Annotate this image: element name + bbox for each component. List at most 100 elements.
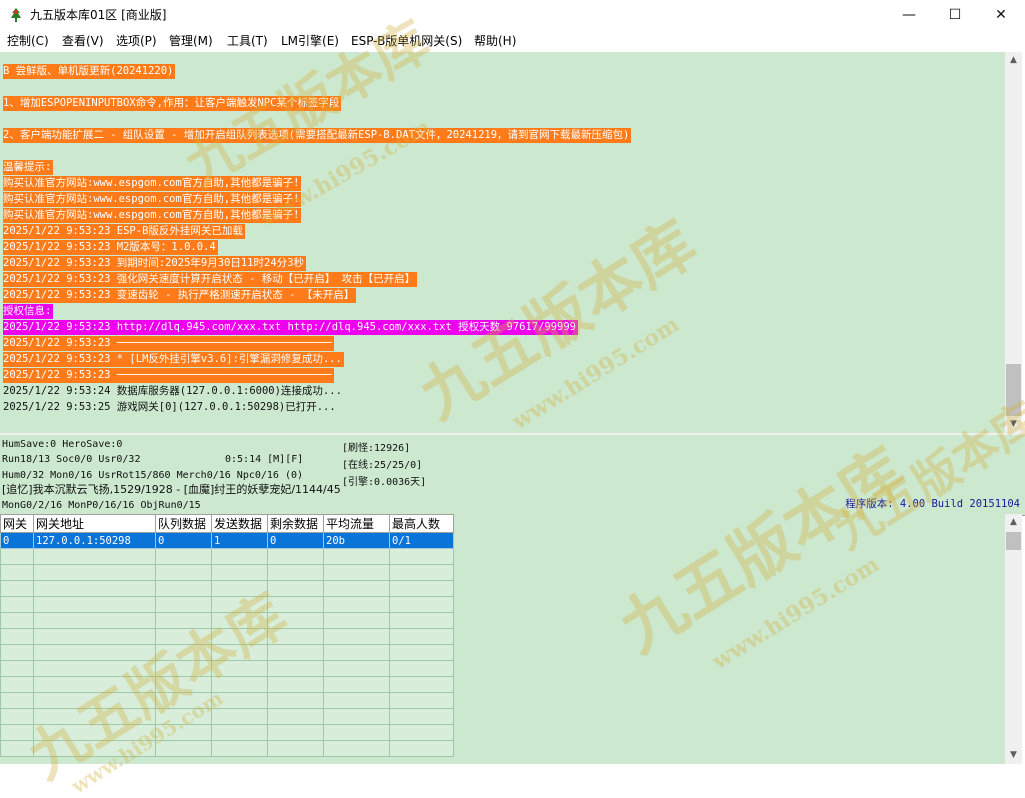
table-cell [155,564,212,581]
empty-row [0,628,454,645]
menu-esp-gateway[interactable]: ESP-B版单机网关(S) [351,33,462,49]
table-cell [0,724,34,741]
table-cell [323,564,390,581]
table-cell [389,660,454,677]
column-header-sent[interactable]: 发送数据 [211,514,268,533]
table-cell [211,724,268,741]
scroll-up-icon[interactable]: ▲ [1005,52,1022,69]
table-cell [155,724,212,741]
column-header-queue[interactable]: 队列数据 [155,514,212,533]
table-cell [267,596,324,613]
table-cell [267,740,324,757]
table-cell [267,628,324,645]
column-header-remaining[interactable]: 剩余数据 [267,514,324,533]
maximize-button[interactable]: ☐ [932,0,978,30]
table-cell [323,548,390,565]
table-cell [0,660,34,677]
run-status: Run18/13 Soc0/0 Usr0/32 [2,454,141,465]
table-cell [389,676,454,693]
empty-row [0,564,454,581]
gateway-table[interactable]: 网关 网关地址 队列数据 发送数据 剩余数据 平均流量 最高人数 0 127.0.… [0,514,454,757]
table-cell [0,596,34,613]
online-status: [在线:25/25/0] [342,460,423,471]
table-cell: 0/1 [389,532,454,549]
table-cell [323,644,390,661]
table-cell [389,628,454,645]
scroll-thumb[interactable] [1006,532,1021,550]
table-cell [267,660,324,677]
menu-options[interactable]: 选项(P) [116,33,157,49]
table-cell [267,676,324,693]
table-cell [211,564,268,581]
engine-status: [引擎:0.0036天] [342,477,427,488]
minimize-button[interactable]: — [886,0,932,30]
table-cell [0,564,34,581]
table-cell [33,580,156,597]
log-line: 2025/1/22 9:53:23 http://dlq.945.com/xxx… [3,320,579,335]
empty-row [0,644,454,661]
table-cell [155,628,212,645]
log-line: 2025/1/22 9:53:23 ──────────────────────… [3,368,334,383]
log-line: 2025/1/22 9:53:23 * [LM反外挂引擎v3.6]:引擎漏洞修复… [3,352,344,367]
table-cell [33,644,156,661]
gateway-grid-area: 网关 网关地址 队列数据 发送数据 剩余数据 平均流量 最高人数 0 127.0.… [0,514,1005,764]
menu-help[interactable]: 帮助(H) [474,33,516,49]
close-button[interactable]: ✕ [978,0,1024,30]
table-cell [389,580,454,597]
menu-tools[interactable]: 工具(T) [227,33,268,49]
window-title: 九五版本库01区 [商业版] [30,8,167,22]
column-header-address[interactable]: 网关地址 [33,514,156,533]
column-header-avg-traffic[interactable]: 平均流量 [323,514,390,533]
table-cell [155,596,212,613]
empty-row [0,660,454,677]
table-cell [323,660,390,677]
table-cell [155,708,212,725]
table-cell [0,644,34,661]
menu-manage[interactable]: 管理(M) [169,33,213,49]
mon-status: MonG0/2/16 MonP0/16/16 ObjRun0/15 [2,500,201,511]
table-cell [389,644,454,661]
log-line: 购买认准官方网站:www.espgom.com官方自助,其他都是骗子! [3,176,302,191]
table-cell [0,692,34,709]
log-line: 2025/1/22 9:53:25 游戏网关[0](127.0.0.1:5029… [3,401,336,413]
table-cell [323,724,390,741]
table-cell [389,548,454,565]
column-header-max-users[interactable]: 最高人数 [389,514,454,533]
log-line: 2025/1/22 9:53:23 到期时间:2025年9月30日11时24分3… [3,256,306,271]
log-panel[interactable]: B 尝鲜版、单机版更新(20241220) 1、增加ESPOPENINPUTBO… [0,52,1005,433]
table-cell [267,564,324,581]
scroll-down-icon[interactable]: ▼ [1005,747,1022,764]
grid-scrollbar[interactable]: ▲ ▼ [1005,514,1022,764]
table-cell [155,580,212,597]
menu-control[interactable]: 控制(C) [7,33,49,49]
empty-row [0,740,454,757]
scroll-down-icon[interactable]: ▼ [1005,416,1022,433]
table-row[interactable]: 0 127.0.0.1:50298 0 1 0 20b 0/1 [0,532,454,549]
table-cell [267,580,324,597]
empty-row [0,612,454,629]
table-cell [323,708,390,725]
log-line: 2025/1/22 9:53:23 ESP-B版反外挂网关已加载 [3,224,245,239]
hum-status: Hum0/32 Mon0/16 UsrRot15/860 Merch0/16 N… [2,470,304,481]
table-cell [0,612,34,629]
table-cell [33,628,156,645]
app-icon [11,8,21,22]
table-cell: 127.0.0.1:50298 [33,532,156,549]
table-cell [0,740,34,757]
menu-lm-engine[interactable]: LM引擎(E) [281,33,339,49]
scroll-thumb[interactable] [1006,364,1021,416]
hum-save-status: HumSave:0 HeroSave:0 [2,439,123,450]
log-line: 2025/1/22 9:53:23 M2版本号：1.0.0.4 [3,240,218,255]
log-line: 2、客户端功能扩展二 - 组队设置 - 增加开启组队列表选项(需要搭配最新ESP… [3,128,632,143]
table-cell [389,724,454,741]
table-cell [0,676,34,693]
table-cell [33,708,156,725]
table-cell [211,708,268,725]
table-cell: 0 [267,532,324,549]
menu-view[interactable]: 查看(V) [62,33,104,49]
column-header-gateway[interactable]: 网关 [0,514,34,533]
scroll-up-icon[interactable]: ▲ [1005,514,1022,531]
table-cell [33,596,156,613]
table-cell [211,660,268,677]
log-scrollbar[interactable]: ▲ ▼ [1005,52,1022,433]
